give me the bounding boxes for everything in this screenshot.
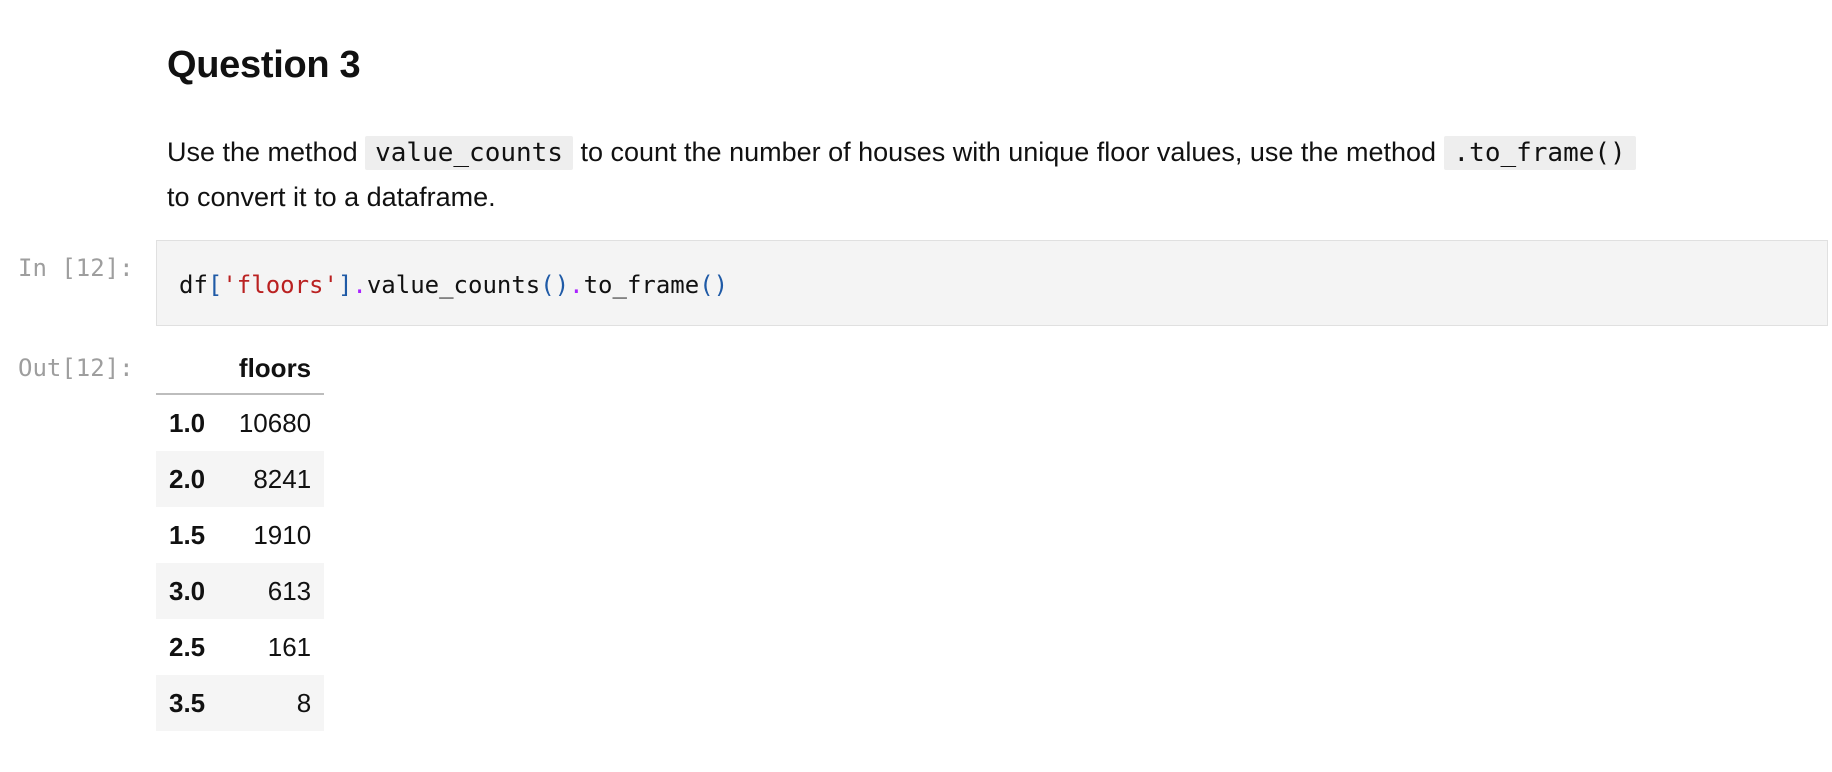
table-row: 3.5 8 xyxy=(156,675,325,731)
code-token-parens: () xyxy=(699,271,729,299)
code-line[interactable]: df['floors'].value_counts().to_frame() xyxy=(179,271,728,299)
code-token-string: 'floors' xyxy=(222,271,338,299)
row-index: 3.5 xyxy=(169,687,206,718)
code-token-method: value_counts xyxy=(366,271,541,299)
text-part: Use the method xyxy=(167,137,366,167)
inline-code-value-counts: value_counts xyxy=(365,136,573,170)
index-header xyxy=(156,343,219,395)
table-row: 2.5 161 xyxy=(156,619,324,675)
code-token-parens: () xyxy=(540,271,570,299)
row-index: 1.0 xyxy=(169,407,206,438)
table-header-row: floors xyxy=(156,343,325,395)
text-part: to count the number of houses with uniqu… xyxy=(572,137,1444,167)
column-header-floors: floors xyxy=(218,343,325,395)
table-row: 1.5 1910 xyxy=(156,507,324,563)
row-value: 10680 xyxy=(238,407,312,438)
row-index: 1.5 xyxy=(169,519,206,550)
output-dataframe: floors 1.0 10680 2.0 8241 1.5 1910 3.0 6… xyxy=(156,343,325,731)
code-token-dot: . xyxy=(352,271,367,299)
code-token-bracket: [ xyxy=(207,271,223,299)
markdown-cell: Question 3 Use the method value_counts t… xyxy=(167,30,1767,219)
table-row: 1.0 10680 xyxy=(156,394,324,451)
row-value: 161 xyxy=(267,631,312,662)
inline-code-to-frame: .to_frame() xyxy=(1443,136,1636,170)
code-cell-editor[interactable]: df['floors'].value_counts().to_frame() xyxy=(156,240,1828,326)
row-value: 8241 xyxy=(253,463,312,494)
row-index: 2.0 xyxy=(169,463,206,494)
code-token-method: to_frame xyxy=(583,271,700,299)
table-row: 3.0 613 xyxy=(156,563,325,619)
row-index: 2.5 xyxy=(169,631,206,662)
question-text: Use the method value_counts to count the… xyxy=(167,130,1767,219)
output-prompt: Out[12]: xyxy=(18,354,134,382)
question-heading: Question 3 xyxy=(167,44,361,86)
code-token-variable: df xyxy=(179,271,208,299)
row-value: 613 xyxy=(267,575,312,606)
text-part: to convert it to a dataframe. xyxy=(167,182,496,212)
code-token-bracket: ] xyxy=(337,271,353,299)
row-value: 1910 xyxy=(253,519,312,550)
input-prompt: In [12]: xyxy=(18,254,134,282)
row-value: 8 xyxy=(296,687,312,718)
table-row: 2.0 8241 xyxy=(156,451,325,507)
row-index: 3.0 xyxy=(169,575,206,606)
code-token-dot: . xyxy=(569,271,584,299)
